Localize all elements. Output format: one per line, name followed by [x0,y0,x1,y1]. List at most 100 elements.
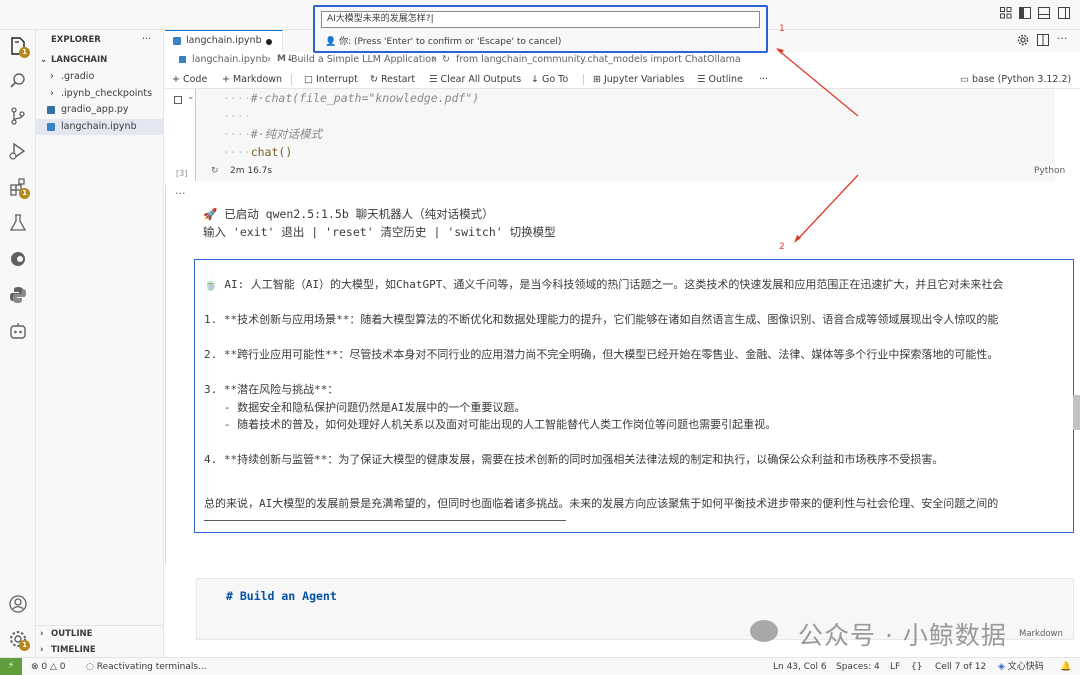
execution-duration: 2m 16.7s [230,166,273,176]
folder-header-langchain[interactable]: ⌄ LANGCHAIN [36,52,163,68]
wechat-icon [750,620,778,642]
jupyter-variables-button[interactable]: ⊞ Jupyter Variables [593,72,684,87]
scrollbar-thumb[interactable] [1073,395,1080,430]
kernel-picker[interactable]: ▭ base (Python 3.12.2) [960,72,1071,87]
code-text: #·纯对话模式 [250,127,323,141]
outline-section[interactable]: › OUTLINE [36,626,163,642]
tab-langchain-ipynb[interactable]: langchain.ipynb [165,30,283,52]
line-ending[interactable]: LF [890,661,900,673]
outline-button[interactable]: ☰ Outline [697,72,743,87]
interrupt-button[interactable]: □ Interrupt [304,72,358,87]
clear-all-label: Clear All Outputs [440,74,522,85]
timeline-label: TIMELINE [51,645,96,655]
remote-indicator[interactable]: ⚡ [0,658,22,675]
cell-indicator[interactable]: Cell 7 of 12 [935,661,986,673]
restart-button[interactable]: ↻ Restart [370,72,415,87]
divider [583,74,584,85]
chevron-right-icon: › [40,645,44,655]
add-code-button[interactable]: + Code [172,72,207,87]
warning-count: 0 [59,662,66,672]
add-markdown-button[interactable]: + Markdown [222,72,282,87]
settings-gear-icon[interactable]: 1 [7,628,30,651]
cell-status-icon[interactable] [174,96,182,104]
explorer-badge: 1 [19,47,30,58]
chevron-down-icon[interactable]: ⌄ [187,92,195,102]
goto-label: Go To [541,74,569,85]
explorer-title: EXPLORER [51,35,101,45]
indent-guide: ···· [223,127,251,141]
extensions-icon[interactable]: 1 [7,176,30,199]
indentation[interactable]: Spaces: 4 [836,661,880,673]
settings-gear-icon[interactable] [1017,34,1029,46]
output-line: 🚀 已启动 qwen2.5:1.5b 聊天机器人（纯对话模式） [203,207,494,221]
python-icon[interactable] [7,284,29,306]
explorer-more-button[interactable]: ··· [142,32,158,48]
answer-line: 2. **跨行业应用可能性**：尽管技术本身对不同行业的应用潜力尚不完全明确，但… [204,348,999,361]
notebook-file-icon [173,37,181,45]
goto-button[interactable]: ↓ Go To [531,72,568,87]
add-code-label: Code [182,74,208,85]
execution-count: [3] [176,169,188,178]
toggle-sidebar-icon[interactable] [1019,7,1031,19]
outline-icon: ☰ [697,74,709,85]
execution-status-icon: ↻ [211,166,219,176]
unsaved-dot-icon[interactable] [266,39,272,45]
cursor-position[interactable]: Ln 43, Col 6 [773,661,827,673]
toolbar-more-button[interactable]: ··· [759,72,768,87]
status-bar: ⚡ ⊗ 0 △ 0 ◌ Reactivating terminals... Ln… [0,657,1080,675]
answer-line: 4. **持续创新与监管**：为了保证大模型的健康发展，需要在技术创新的同时加强… [204,453,944,466]
cell-language[interactable]: Python [1034,166,1065,176]
extensions-badge: 1 [19,188,30,199]
breadcrumb-file[interactable]: langchain.ipynb [192,54,268,65]
split-editor-icon[interactable] [1037,34,1049,46]
accounts-icon[interactable] [7,593,29,615]
extension-status[interactable]: ◈ 文心快码 [998,661,1044,673]
loading-icon: ◌ [86,662,97,672]
indent-guide: ···· [223,145,251,159]
remote-explorer-icon[interactable] [7,248,29,270]
add-markdown-label: Markdown [232,74,283,85]
kernel-icon: ▭ [960,74,972,85]
chevron-right-icon: › [50,71,54,82]
tree-item-langchain-ipynb[interactable]: langchain.ipynb [36,119,163,135]
run-debug-icon[interactable] [7,140,29,162]
code-text: #·chat(file_path="knowledge.pdf") [250,91,480,105]
tree-item-ipynb-checkpoints[interactable]: › .ipynb_checkpoints [36,86,163,102]
explorer-icon[interactable]: 1 [7,35,30,58]
callout-number: 2 [779,242,785,252]
layout-icon[interactable] [1000,7,1012,19]
folder-label: LANGCHAIN [51,55,108,65]
indent-guide: ···· [223,109,251,123]
testing-icon[interactable] [7,212,29,234]
clear-all-outputs-button[interactable]: ☰ Clear All Outputs [429,72,521,87]
toggle-secondary-sidebar-icon[interactable] [1058,7,1070,19]
extension-label: 文心快码 [1007,662,1044,672]
source-control-icon[interactable] [7,105,29,127]
chat-prompt-input[interactable]: AI大模型未来的发展怎样?| [321,11,760,28]
tree-item-label: gradio_app.py [61,104,129,115]
search-icon[interactable] [7,70,29,92]
activity-bar: 1 1 1 [0,30,36,657]
cell-output: ··· 🚀 已启动 qwen2.5:1.5b 聊天机器人（纯对话模式） 输入 '… [165,185,1080,585]
notebook-toolbar: + Code + Markdown □ Interrupt ↻ Restart … [165,70,1080,89]
divider [291,74,292,85]
tree-item-gradio[interactable]: › .gradio [36,69,163,85]
toggle-panel-icon[interactable] [1038,7,1050,19]
code-editor[interactable]: ···· #·chat(file_path="knowledge.pdf") ··… [195,89,1065,181]
plus-icon: + [172,74,183,85]
quick-input-message-text: 你: (Press 'Enter' to confirm or 'Escape'… [339,37,562,47]
copilot-chat-icon[interactable] [7,320,29,342]
breadcrumb-symbol[interactable]: from langchain_community.chat_models imp… [456,54,741,65]
separator-line [204,520,566,521]
output-more-button[interactable]: ··· [175,187,186,200]
timeline-section[interactable]: › TIMELINE [36,642,163,658]
outline-label: Outline [708,74,743,85]
problems-indicator[interactable]: ⊗ 0 △ 0 [31,661,66,673]
callout-number: 1 [779,24,785,34]
more-actions-icon[interactable]: ··· [1057,32,1068,45]
breadcrumb-section[interactable]: Build a Simple LLM Application [291,54,437,65]
notifications-icon[interactable]: 🔔 [1060,661,1071,673]
answer-line: 3. **潜在风险与挑战**： [204,383,339,396]
tree-item-gradio-app[interactable]: gradio_app.py [36,102,163,118]
activity-text: Reactivating terminals... [96,662,207,672]
